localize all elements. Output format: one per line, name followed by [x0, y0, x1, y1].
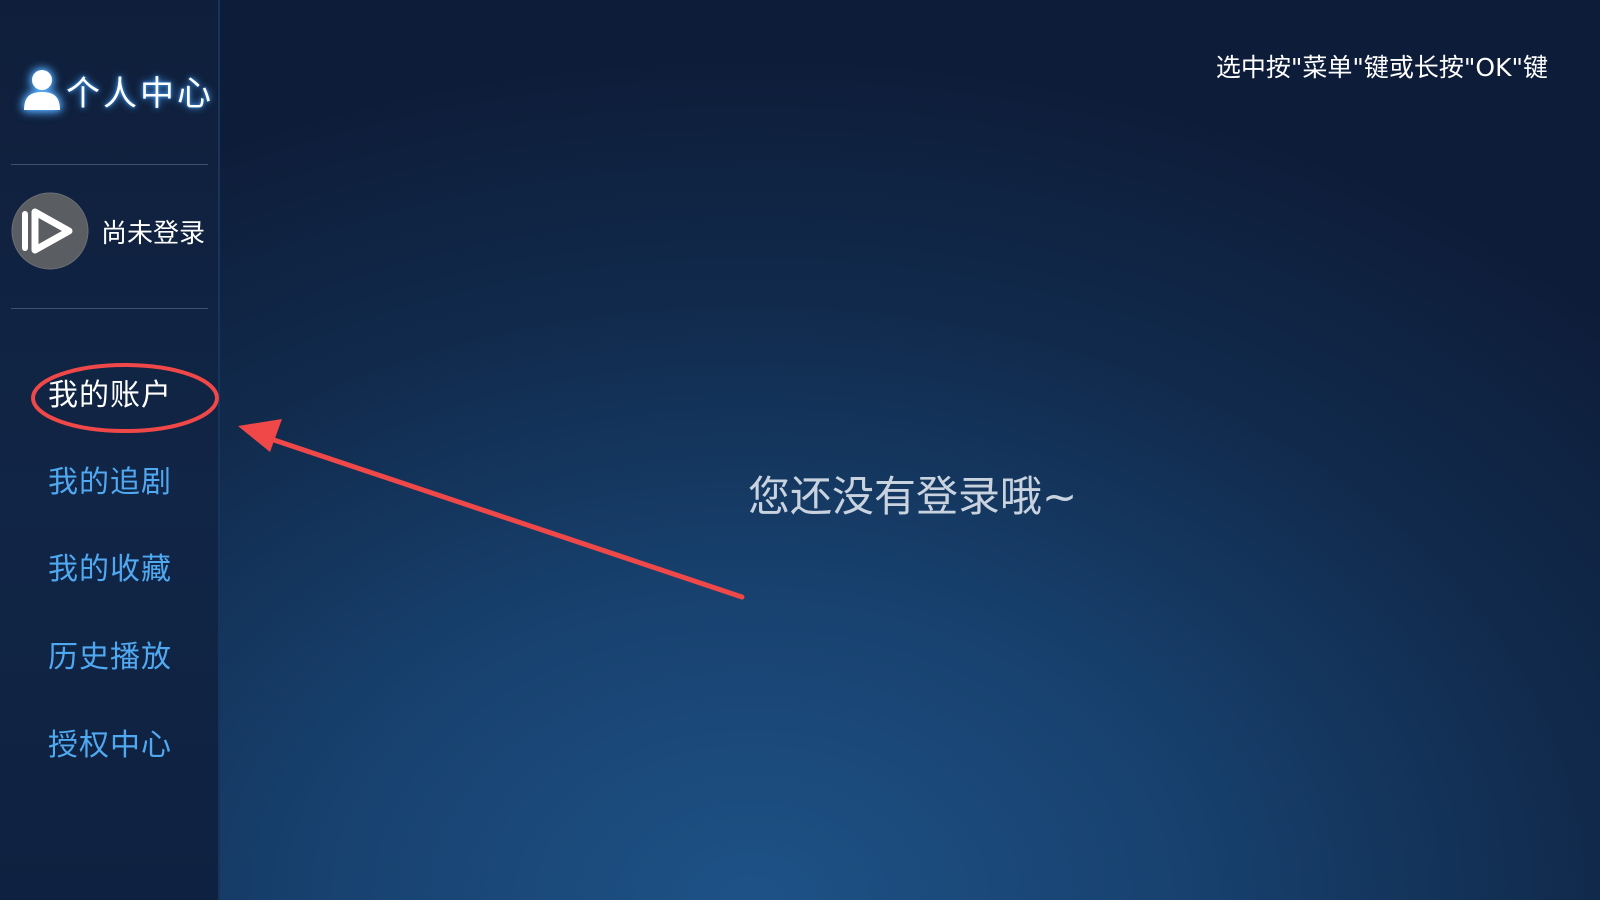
- annotation-arrow-shaft: [265, 435, 745, 600]
- login-status: 尚未登录: [101, 218, 206, 249]
- sidebar-item-my-series[interactable]: 我的追剧: [48, 457, 172, 501]
- personal-center-screen: 个人中心 尚未登录 我的账户 我的追剧 我的收藏 历史播放 授权中心 选中按"菜…: [0, 0, 1600, 900]
- annotation-arrow-head: [238, 419, 282, 452]
- sidebar-item-my-favorites[interactable]: 我的收藏: [48, 544, 172, 588]
- sidebar-title: 个人中心: [66, 73, 214, 114]
- sidebar-header: 个人中心: [22, 62, 214, 118]
- sidebar-item-my-account[interactable]: 我的账户: [48, 370, 172, 414]
- person-icon: [24, 70, 60, 110]
- user-profile[interactable]: 尚未登录: [11, 192, 205, 270]
- divider: [11, 164, 208, 165]
- play-logo-icon: [11, 192, 89, 270]
- divider: [11, 308, 208, 309]
- sidebar: 个人中心 尚未登录 我的账户 我的追剧 我的收藏 历史播放 授权中心: [0, 0, 220, 900]
- sidebar-item-authorization[interactable]: 授权中心: [48, 720, 172, 764]
- annotation-overlay: [31, 363, 745, 600]
- empty-state-message: 您还没有登录哦~: [748, 472, 1078, 521]
- sidebar-item-history[interactable]: 历史播放: [48, 632, 172, 676]
- key-hint: 选中按"菜单"键或长按"OK"键: [1215, 53, 1548, 82]
